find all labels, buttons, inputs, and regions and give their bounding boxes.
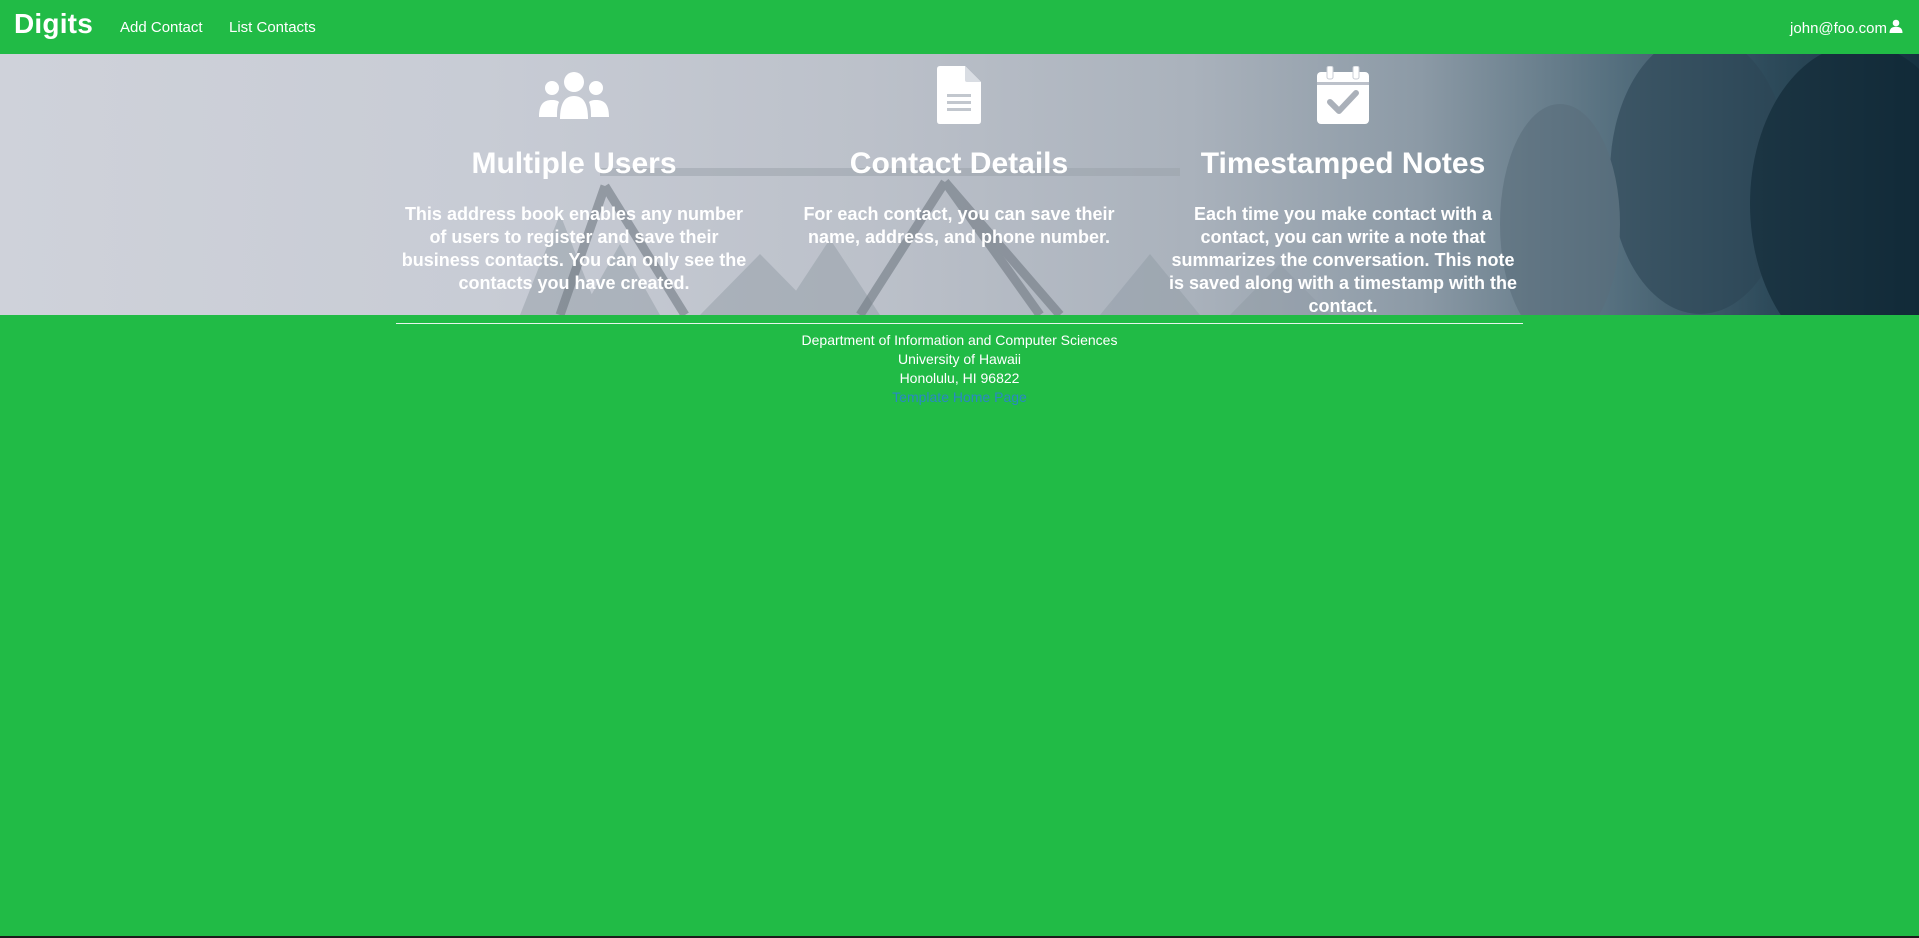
footer-address: Honolulu, HI 96822 [899,370,1020,386]
users-icon [539,72,609,119]
brand-logo[interactable]: Digits [14,8,93,40]
feature-description: Each time you make contact with a contac… [1168,204,1518,315]
template-home-page-link[interactable]: Template Home Page [892,389,1027,405]
feature-multiple-users: Multiple Users This address book enables… [394,54,754,295]
calendar-check-icon [1317,66,1369,124]
navbar: Digits Add Contact List Contacts john@fo… [0,0,1919,54]
footer: Department of Information and Computer S… [0,331,1919,407]
feature-timestamped-notes: Timestamped Notes Each time you make con… [1163,54,1523,315]
footer-university: University of Hawaii [898,351,1021,367]
hero-banner: Multiple Users This address book enables… [0,54,1919,315]
feature-title: Multiple Users [471,147,677,180]
user-menu[interactable]: john@foo.com [1790,19,1903,37]
file-icon [937,66,981,124]
feature-title: Timestamped Notes [1200,147,1486,180]
feature-title: Contact Details [849,147,1069,180]
feature-description: This address book enables any number of … [401,204,747,293]
nav-list-contacts[interactable]: List Contacts [229,19,316,36]
footer-department: Department of Information and Computer S… [801,332,1118,348]
nav-add-contact[interactable]: Add Contact [120,19,203,36]
footer-divider [396,323,1523,324]
user-icon [1889,19,1903,37]
feature-description: For each contact, you can save their nam… [803,204,1115,247]
feature-contact-details: Contact Details For each contact, you ca… [779,54,1139,249]
user-email: john@foo.com [1790,19,1887,37]
